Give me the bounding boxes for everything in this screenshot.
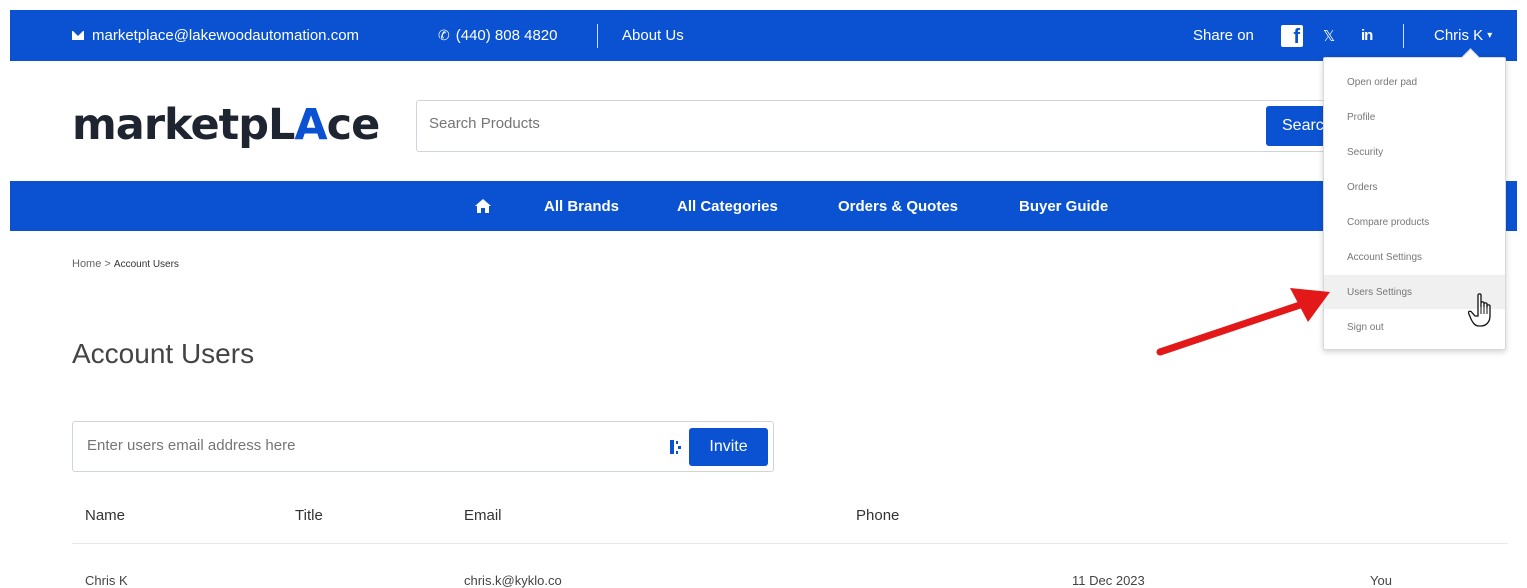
user-name: Chris K (1434, 27, 1484, 44)
linkedin-icon: in (1361, 27, 1373, 44)
linkedin-share-button[interactable]: in (1361, 10, 1373, 61)
menu-item-account-settings[interactable]: Account Settings (1324, 240, 1505, 274)
x-share-button[interactable]: 𝕏 (1323, 10, 1335, 61)
nav-orders-quotes[interactable]: Orders & Quotes (838, 181, 958, 231)
nav-all-brands[interactable]: All Brands (544, 181, 619, 231)
house-icon (475, 199, 491, 213)
column-header-phone[interactable]: Phone (856, 507, 899, 524)
menu-item-open-order-pad[interactable]: Open order pad (1324, 65, 1505, 99)
menu-item-orders[interactable]: Orders (1324, 170, 1505, 204)
contact-card-icon[interactable] (669, 438, 683, 456)
invite-form: Invite (72, 421, 774, 472)
chevron-down-icon: ▾ (1487, 30, 1493, 41)
nav-all-categories[interactable]: All Categories (677, 181, 778, 231)
invite-button[interactable]: Invite (689, 428, 768, 466)
breadcrumb-home[interactable]: Home (72, 258, 101, 270)
main-nav: All Brands All Categories Orders & Quote… (10, 181, 1517, 231)
facebook-share-button[interactable]: f (1281, 10, 1303, 61)
menu-item-security[interactable]: Security (1324, 135, 1505, 169)
hand-cursor-icon (1468, 293, 1491, 327)
marketplace-logo[interactable]: marketp L Ace (72, 100, 380, 150)
contact-phone[interactable]: ✆ (440) 808 4820 (438, 10, 557, 61)
mail-icon (72, 31, 84, 40)
breadcrumb: Home > Account Users (72, 258, 179, 270)
page-title: Account Users (72, 338, 255, 369)
phone-icon: ✆ (438, 27, 450, 43)
table-divider (72, 543, 1508, 544)
cell-date: 11 Dec 2023 (1072, 573, 1145, 588)
menu-item-compare-products[interactable]: Compare products (1324, 205, 1505, 239)
annotation-arrow-icon (1156, 288, 1330, 356)
divider (597, 24, 598, 48)
cell-status: You (1370, 573, 1392, 588)
column-header-name[interactable]: Name (85, 507, 125, 524)
invite-email-input[interactable] (87, 437, 587, 454)
facebook-icon: f (1281, 24, 1303, 47)
search-bar (416, 100, 1406, 152)
share-on-label: Share on (1193, 27, 1254, 44)
cell-email: chris.k@kyklo.co (464, 573, 562, 588)
nav-buyer-guide[interactable]: Buyer Guide (1019, 181, 1108, 231)
column-header-email[interactable]: Email (464, 507, 502, 524)
x-icon: 𝕏 (1323, 27, 1336, 45)
column-header-title[interactable]: Title (295, 507, 323, 524)
contact-email[interactable]: marketplace@lakewoodautomation.com (72, 10, 359, 61)
divider (1403, 24, 1404, 48)
search-input[interactable] (429, 115, 1229, 132)
about-us-link[interactable]: About Us (622, 10, 684, 61)
contact-phone-text: (440) 808 4820 (455, 27, 558, 44)
breadcrumb-separator: > (104, 258, 111, 270)
nav-home[interactable] (474, 181, 492, 231)
top-bar: marketplace@lakewoodautomation.com ✆ (44… (10, 10, 1517, 61)
menu-item-profile[interactable]: Profile (1324, 100, 1505, 134)
user-menu-toggle[interactable]: Chris K ▾ (1434, 10, 1492, 61)
cell-name: Chris K (85, 573, 128, 588)
breadcrumb-current: Account Users (113, 259, 179, 270)
contact-email-text: marketplace@lakewoodautomation.com (92, 27, 360, 44)
